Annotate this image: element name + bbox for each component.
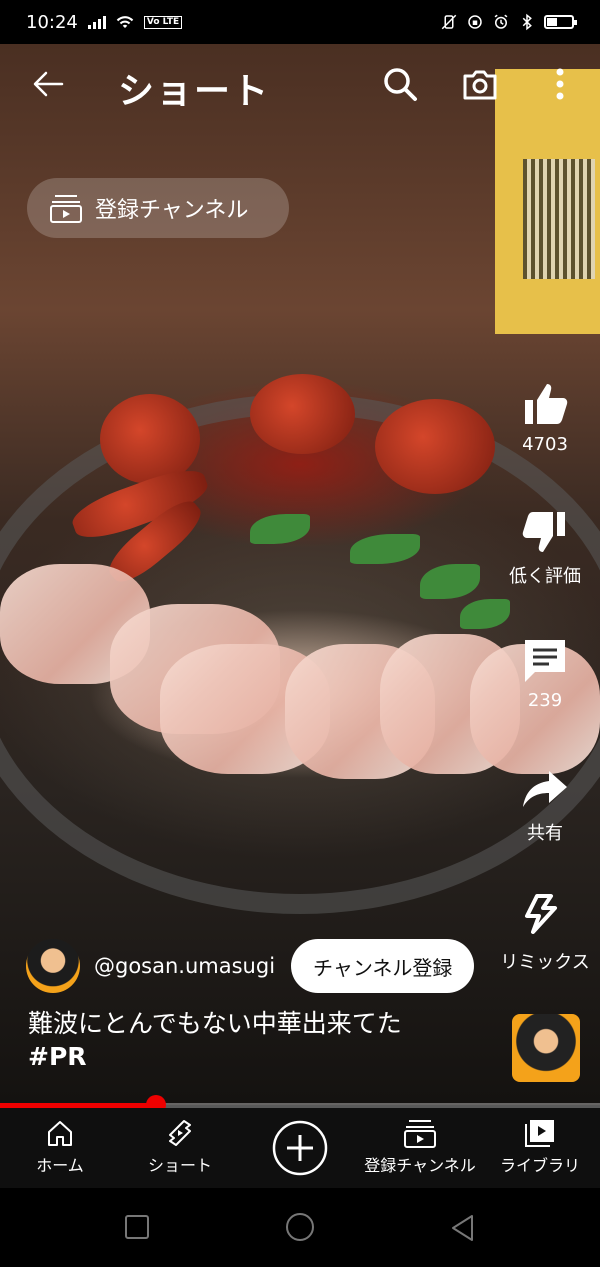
share-label: 共有	[527, 823, 563, 844]
nav-create[interactable]	[268, 1118, 332, 1182]
bottom-navigation: ホーム ショート 登録チャンネル ライブラリ	[0, 1108, 600, 1188]
channel-row: @gosan.umasugi チャンネル登録	[26, 939, 475, 993]
like-count: 4703	[522, 434, 568, 455]
vibrate-off-icon	[441, 14, 457, 30]
alarm-icon	[494, 14, 508, 29]
wifi-icon	[116, 16, 134, 28]
nav-shorts[interactable]: ショート	[130, 1118, 230, 1176]
volte-badge: Vo LTE	[143, 15, 183, 29]
dislike-label: 低く評価	[509, 566, 581, 587]
library-icon	[525, 1120, 554, 1147]
channel-avatar[interactable]	[26, 939, 80, 993]
subscriptions-chip[interactable]: 登録チャンネル	[27, 178, 289, 238]
share-icon	[523, 771, 567, 807]
remix-label: リミックス	[500, 952, 590, 973]
video-caption[interactable]: 難波にとんでもない中華出来てた #PR	[28, 1007, 468, 1073]
remix-icon	[525, 894, 557, 934]
system-navigation-bar	[0, 1188, 600, 1267]
caption-title: 難波にとんでもない中華出来てた	[28, 1009, 402, 1038]
status-time: 10:24	[26, 11, 78, 33]
recents-icon[interactable]	[124, 1214, 150, 1240]
more-vert-icon[interactable]	[545, 64, 575, 104]
nav-home-label: ホーム	[36, 1156, 84, 1175]
comments-button[interactable]: 239	[490, 636, 600, 711]
nav-library-label: ライブラリ	[499, 1156, 580, 1175]
caption-hashtag[interactable]: #PR	[28, 1040, 468, 1073]
create-plus-icon	[272, 1120, 328, 1176]
bluetooth-icon	[522, 13, 532, 31]
channel-handle[interactable]: @gosan.umasugi	[94, 954, 275, 978]
share-button[interactable]: 共有	[490, 765, 600, 845]
subscriptions-icon	[50, 195, 82, 223]
home-icon	[48, 1121, 72, 1146]
comment-icon	[525, 640, 565, 682]
back-triangle-icon[interactable]	[450, 1214, 476, 1242]
nav-subscriptions-label: 登録チャンネル	[364, 1156, 476, 1175]
comment-count: 239	[527, 690, 563, 711]
top-app-bar: ショート	[0, 44, 600, 128]
subscriptions-icon	[404, 1120, 436, 1148]
sound-thumbnail[interactable]	[512, 1014, 580, 1082]
thumb-up-icon	[525, 384, 568, 424]
signal-icon	[87, 15, 106, 29]
nav-shorts-label: ショート	[147, 1156, 212, 1175]
page-title: ショート	[118, 71, 271, 112]
search-icon[interactable]	[380, 64, 420, 104]
nav-library[interactable]: ライブラリ	[494, 1118, 586, 1176]
nav-home[interactable]: ホーム	[20, 1118, 100, 1176]
subscriptions-chip-label: 登録チャンネル	[95, 198, 249, 223]
home-circle-icon[interactable]	[285, 1212, 315, 1242]
remix-button[interactable]: リミックス	[490, 890, 600, 974]
thumb-down-icon	[522, 512, 565, 552]
nav-subscriptions[interactable]: 登録チャンネル	[358, 1118, 482, 1176]
dislike-button[interactable]: 低く評価	[490, 508, 600, 588]
subscribe-button[interactable]: チャンネル登録	[291, 939, 475, 993]
camera-icon[interactable]	[460, 64, 500, 104]
battery-icon	[544, 15, 577, 29]
status-bar: 10:24 Vo LTE	[0, 0, 600, 44]
back-arrow-icon[interactable]	[28, 64, 68, 104]
like-button[interactable]: 4703	[490, 380, 600, 455]
shorts-icon	[169, 1120, 191, 1146]
data-saver-icon	[468, 15, 482, 29]
